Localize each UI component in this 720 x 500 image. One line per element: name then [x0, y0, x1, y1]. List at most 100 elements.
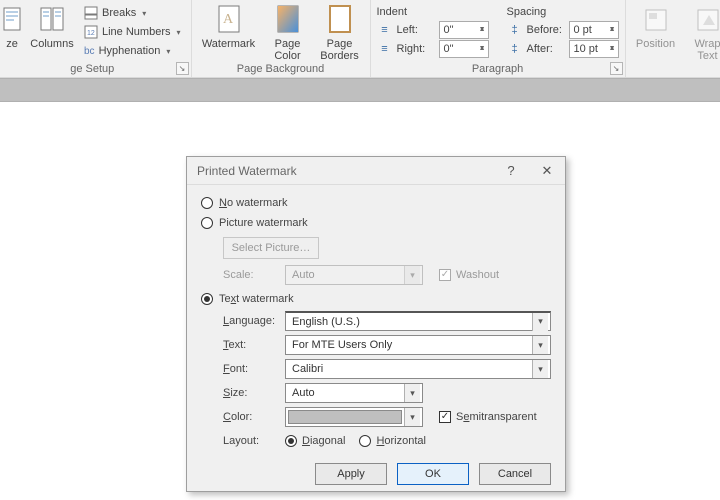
page-size-icon: [0, 4, 28, 36]
wrap-text-button[interactable]: Wrap Text: [684, 2, 720, 62]
svg-text:A: A: [223, 12, 234, 27]
scale-label: Scale:: [223, 269, 279, 281]
size-label: Size:: [223, 387, 279, 399]
page-borders-button[interactable]: Page Borders: [316, 2, 364, 62]
page-borders-icon: [324, 4, 356, 36]
paragraph-launcher[interactable]: ↘: [610, 62, 623, 75]
columns-button[interactable]: Columns: [28, 2, 76, 50]
breaks-button[interactable]: Breaks: [80, 4, 185, 22]
indent-right-icon: ≡: [377, 43, 393, 55]
picture-watermark-radio[interactable]: Picture watermark: [201, 213, 551, 233]
indent-right-value: 0": [444, 43, 454, 55]
ok-button[interactable]: OK: [397, 463, 469, 485]
picture-watermark-label: Picture watermark: [219, 217, 308, 229]
select-picture-label: Select Picture…: [232, 242, 311, 254]
color-combo[interactable]: ▾: [285, 407, 423, 427]
breaks-label: Breaks: [102, 7, 136, 19]
hyphenation-button[interactable]: bc Hyphenation: [80, 42, 185, 60]
group-page-setup: ze Columns Breaks 12: [0, 0, 192, 77]
indent-right-label: Right:: [397, 43, 435, 55]
diagonal-label: Diagonal: [302, 435, 345, 447]
chevron-down-icon[interactable]: ▾: [404, 408, 420, 426]
position-label: Position: [636, 38, 675, 50]
spacing-after-label: After:: [527, 43, 565, 55]
spacing-after-icon: ‡: [507, 43, 523, 55]
dialog-titlebar[interactable]: Printed Watermark ? ✕: [187, 157, 565, 185]
chevron-down-icon[interactable]: ▾: [532, 360, 548, 378]
spacing-header: Spacing: [507, 6, 619, 18]
svg-text:12: 12: [87, 30, 95, 37]
chevron-down-icon[interactable]: ▾: [404, 384, 420, 402]
cancel-button[interactable]: Cancel: [479, 463, 551, 485]
size-button[interactable]: ze: [0, 2, 24, 50]
text-watermark-label: Text watermark: [219, 293, 294, 305]
dialog-title: Printed Watermark: [197, 164, 297, 178]
indent-header: Indent: [377, 6, 489, 18]
page-background-title: Page Background: [198, 63, 364, 77]
font-combo[interactable]: Calibri▾: [285, 359, 551, 379]
spacing-after-input[interactable]: 10 pt ▲▼: [569, 40, 619, 58]
layout-label: Layout:: [223, 435, 279, 447]
text-watermark-radio[interactable]: Text watermark: [201, 289, 551, 309]
text-value: For MTE Users Only: [292, 339, 392, 351]
group-arrange: Position Wrap Text: [626, 0, 720, 77]
language-combo[interactable]: English (U.S.) ▾: [285, 311, 551, 331]
help-button[interactable]: ?: [493, 157, 529, 185]
layout-diagonal-radio[interactable]: Diagonal: [285, 431, 345, 451]
semitransparent-checkbox[interactable]: ✓ Semitransparent: [439, 411, 537, 423]
size-combo[interactable]: Auto ▾: [285, 383, 423, 403]
chevron-down-icon[interactable]: ▾: [532, 313, 548, 331]
page-color-label: Page Color: [274, 38, 300, 62]
hyphenation-label: Hyphenation: [99, 45, 161, 57]
indent-left-label: Left:: [397, 24, 435, 36]
ok-label: OK: [425, 468, 441, 480]
breaks-icon: [84, 6, 98, 20]
spacing-before-input[interactable]: 0 pt ▲▼: [569, 21, 619, 39]
washout-label: Washout: [456, 269, 499, 281]
indent-left-value: 0": [444, 24, 454, 36]
hyphenation-icon: bc: [84, 46, 95, 57]
indent-left-input[interactable]: 0" ▲▼: [439, 21, 489, 39]
line-numbers-button[interactable]: 12 Line Numbers: [80, 23, 185, 41]
indent-right-input[interactable]: 0" ▲▼: [439, 40, 489, 58]
no-watermark-radio[interactable]: No watermark: [201, 193, 551, 213]
washout-checkbox: ✓ Washout: [439, 269, 499, 281]
group-paragraph: Indent ≡ Left: 0" ▲▼ ≡ Right: 0" ▲▼: [371, 0, 626, 77]
wrap-text-icon: [692, 4, 720, 36]
horizontal-label: Horizontal: [376, 435, 426, 447]
columns-icon: [36, 4, 68, 36]
layout-horizontal-radio[interactable]: Horizontal: [359, 431, 426, 451]
page-setup-title: ge Setup: [0, 63, 185, 77]
printed-watermark-dialog: Printed Watermark ? ✕ No watermark Pictu…: [186, 156, 566, 492]
position-icon: [640, 4, 672, 36]
scale-combo: Auto▾: [285, 265, 423, 285]
spacing-after-value: 10 pt: [574, 43, 598, 55]
language-value: English (U.S.): [292, 316, 360, 328]
page-color-button[interactable]: Page Color: [264, 2, 312, 62]
page-borders-label: Page Borders: [320, 38, 359, 62]
spacing-before-icon: ‡: [507, 24, 523, 36]
chevron-down-icon[interactable]: ▾: [532, 336, 548, 354]
watermark-icon: A: [213, 4, 245, 36]
size-value: Auto: [292, 387, 315, 399]
cancel-label: Cancel: [498, 468, 532, 480]
line-numbers-icon: 12: [84, 25, 98, 39]
wrap-text-label: Wrap Text: [694, 38, 720, 62]
radio-icon: [201, 217, 213, 229]
page-setup-launcher[interactable]: ↘: [176, 62, 189, 75]
close-button[interactable]: ✕: [529, 157, 565, 185]
text-label: Text:: [223, 339, 279, 351]
no-watermark-label: No watermark: [219, 197, 287, 209]
position-button[interactable]: Position: [632, 2, 680, 50]
radio-icon: [201, 197, 213, 209]
checkbox-icon: ✓: [439, 269, 451, 281]
line-numbers-label: Line Numbers: [102, 26, 170, 38]
text-combo[interactable]: For MTE Users Only ▾: [285, 335, 551, 355]
checkbox-icon: ✓: [439, 411, 451, 423]
apply-button[interactable]: Apply: [315, 463, 387, 485]
color-label: Color:: [223, 411, 279, 423]
font-label: Font:: [223, 363, 279, 375]
spacing-before-label: Before:: [527, 24, 565, 36]
watermark-button[interactable]: A Watermark: [198, 2, 260, 50]
watermark-label: Watermark: [202, 38, 255, 50]
